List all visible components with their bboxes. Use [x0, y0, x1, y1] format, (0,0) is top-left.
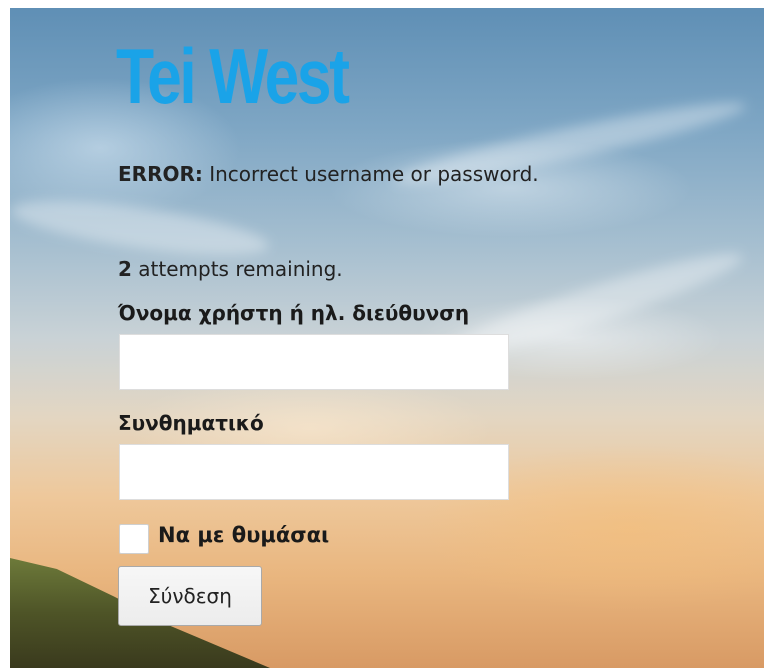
password-label: Συνθηματικό — [118, 411, 264, 435]
remember-me-checkbox[interactable] — [119, 524, 149, 554]
attempts-remaining-message: 2 attempts remaining. — [118, 256, 343, 282]
site-logo[interactable]: Tei West — [116, 26, 350, 126]
login-button[interactable]: Σύνδεση — [118, 566, 262, 626]
cloud-streak — [10, 190, 272, 266]
login-error-message: ERROR: Incorrect username or password. — [118, 161, 539, 187]
username-input[interactable] — [119, 334, 509, 390]
password-input[interactable] — [119, 444, 509, 500]
error-text: Incorrect username or password. — [202, 162, 539, 186]
remember-me-label[interactable]: Να με θυμάσαι — [158, 520, 329, 550]
attempts-text: attempts remaining. — [131, 257, 343, 281]
username-label: Όνομα χρήστη ή ηλ. διεύθυνση — [118, 301, 470, 325]
error-label: ERROR: — [118, 162, 203, 186]
attempts-count: 2 — [118, 257, 132, 281]
